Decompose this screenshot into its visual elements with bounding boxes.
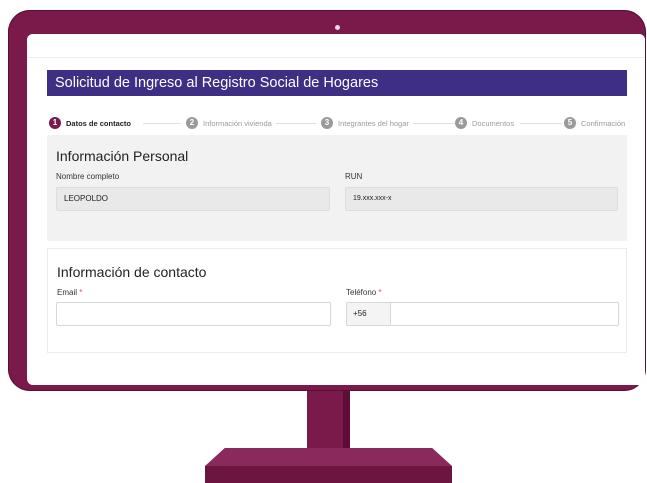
- browser-top-bar: [27, 34, 645, 58]
- step-confirmacion[interactable]: 5 Confirmación: [564, 116, 625, 130]
- monitor-illustration: Solicitud de Ingreso al Registro Social …: [0, 0, 647, 483]
- step-number: 2: [186, 117, 198, 129]
- camera-icon: [335, 25, 340, 30]
- contact-info-section: Información de contacto Email * Teléfono…: [47, 248, 627, 353]
- step-number: 3: [321, 117, 333, 129]
- phone-label-text: Teléfono: [346, 288, 377, 297]
- monitor-frame: Solicitud de Ingreso al Registro Social …: [8, 10, 646, 391]
- step-label: Datos de contacto: [66, 118, 132, 128]
- email-label: Email *: [57, 288, 82, 297]
- run-field: 19.xxx.xxx-x: [345, 187, 618, 211]
- step-number: 1: [49, 117, 61, 129]
- email-input[interactable]: [56, 302, 331, 326]
- personal-info-section: Información Personal Nombre completo LEO…: [47, 135, 627, 241]
- step-label: Documentos: [472, 118, 515, 128]
- monitor-neck-shadow: [343, 391, 350, 448]
- step-connector: [413, 123, 455, 124]
- monitor-base-front: [205, 466, 452, 483]
- phone-input[interactable]: [390, 302, 619, 326]
- page-title: Solicitud de Ingreso al Registro Social …: [47, 70, 627, 96]
- section-heading: Información de contacto: [57, 264, 207, 280]
- phone-label: Teléfono *: [346, 288, 382, 297]
- step-connector: [276, 123, 316, 124]
- screen: Solicitud de Ingreso al Registro Social …: [27, 34, 645, 385]
- full-name-field: LEOPOLDO: [56, 187, 330, 211]
- step-connector: [143, 123, 181, 124]
- step-label: Confirmación: [581, 118, 626, 128]
- step-number: 5: [564, 117, 576, 129]
- monitor-base-top: [205, 448, 452, 466]
- name-label: Nombre completo: [56, 172, 120, 181]
- section-heading: Información Personal: [56, 148, 189, 164]
- email-label-text: Email: [57, 288, 78, 297]
- step-documentos[interactable]: 4 Documentos: [455, 116, 514, 130]
- step-label: Información vivienda: [203, 118, 272, 128]
- step-number: 4: [455, 117, 467, 129]
- step-datos-contacto[interactable]: 1 Datos de contacto: [49, 116, 131, 130]
- required-mark: *: [378, 288, 382, 297]
- progress-stepper: 1 Datos de contacto 2 Información vivien…: [47, 116, 627, 130]
- step-connector: [520, 123, 562, 124]
- run-label: RUN: [345, 172, 363, 181]
- step-integrantes-hogar[interactable]: 3 Integrantes del hogar: [321, 116, 409, 130]
- required-mark: *: [79, 288, 83, 297]
- phone-prefix: +56: [346, 302, 391, 326]
- step-label: Integrantes del hogar: [338, 118, 409, 128]
- step-informacion-vivienda[interactable]: 2 Información vivienda: [186, 116, 272, 130]
